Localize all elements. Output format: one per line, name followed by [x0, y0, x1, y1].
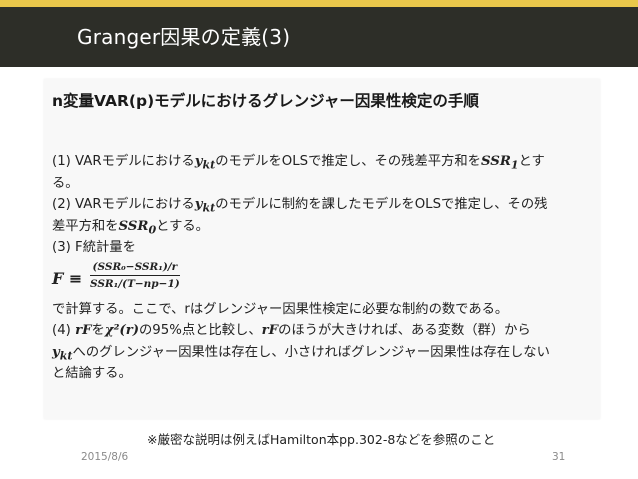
var-y-3: ykt — [52, 344, 73, 363]
step1-line: (1) VARモデルにおけるyktのモデルをOLSで推定し、その残差平方和をSS… — [52, 151, 597, 173]
step4-line: (4) rFをχ²(r)の95%点と比較し、rFのほうが大きければ、ある変数（群… — [52, 320, 597, 342]
footer-date: 2015/8/6 — [81, 451, 129, 463]
page-number: 31 — [552, 451, 566, 463]
step4-text-e: へのグレンジャー因果性は存在し、小さければグレンジャー因果性は存在しない — [72, 344, 550, 360]
procedure-body: (1) VARモデルにおけるyktのモデルをOLSで推定し、その残差平方和をSS… — [52, 151, 597, 385]
step4-text-b: を — [91, 323, 105, 338]
step1-text-c: とす — [518, 154, 545, 169]
rf-2: rF — [261, 323, 279, 338]
chi-square: χ²(r) — [104, 323, 139, 338]
formula-denominator: SSR₁/(T−np−1) — [90, 277, 180, 290]
step4-text-c: の95%点と比較し、 — [139, 323, 262, 338]
step2-line: (2) VARモデルにおけるyktのモデルに制約を課したモデルをOLSで推定し、… — [52, 194, 597, 216]
ssr0: SSR0 — [118, 218, 157, 237]
var-y: ykt — [194, 154, 216, 172]
step1-text: (1) VARモデルにおける — [52, 154, 195, 169]
rf: rF — [75, 323, 92, 338]
step2-line-2: 差平方和をSSR0とする。 — [52, 216, 597, 238]
f-statistic-formula: F ≡ (SSR₀−SSR₁)/r SSR₁/(T−np−1) — [52, 259, 597, 299]
procedure-heading: n変量VAR(p)モデルにおけるグレンジャー因果性検定の手順 — [52, 92, 479, 110]
step2-text: (2) VARモデルにおける — [52, 197, 195, 212]
step4-text-d: のほうが大きければ、ある変数（群）から — [278, 323, 531, 338]
formula-numerator: (SSR₀−SSR₁)/r — [90, 260, 180, 276]
step2-text-b: のモデルに制約を課したモデルをOLSで推定し、その残 — [215, 197, 548, 212]
slide-header: Granger因果の定義(3) — [0, 7, 638, 67]
step1-line-2: る。 — [52, 175, 79, 191]
step3-line-2: で計算する。ここで、rはグレンジャー因果性検定に必要な制約の数である。 — [52, 301, 509, 317]
step1-text-b: のモデルをOLSで推定し、その残差平方和を — [215, 154, 481, 169]
reference-note: ※厳密な説明は例えばHamilton本pp.302-8などを参照のこと — [147, 432, 496, 447]
step4-num: (4) — [52, 323, 71, 338]
formula-lhs: F ≡ — [52, 268, 83, 288]
slide-title: Granger因果の定義(3) — [77, 25, 291, 49]
accent-bar — [0, 0, 638, 7]
formula-fraction: (SSR₀−SSR₁)/r SSR₁/(T−np−1) — [90, 260, 180, 291]
step4-line-3: と結論する。 — [52, 366, 132, 381]
step3-line: (3) F統計量を — [52, 240, 136, 255]
ssr1: SSR1 — [480, 154, 519, 172]
step2-text-c: 差平方和を — [52, 218, 119, 234]
step4-line-2: yktへのグレンジャー因果性は存在し、小さければグレンジャー因果性は存在しない — [52, 342, 597, 364]
var-y-2: ykt — [194, 197, 216, 215]
procedure-box: n変量VAR(p)モデルにおけるグレンジャー因果性検定の手順 (1) VARモデ… — [44, 79, 600, 419]
step2-text-d: とする。 — [156, 218, 209, 234]
